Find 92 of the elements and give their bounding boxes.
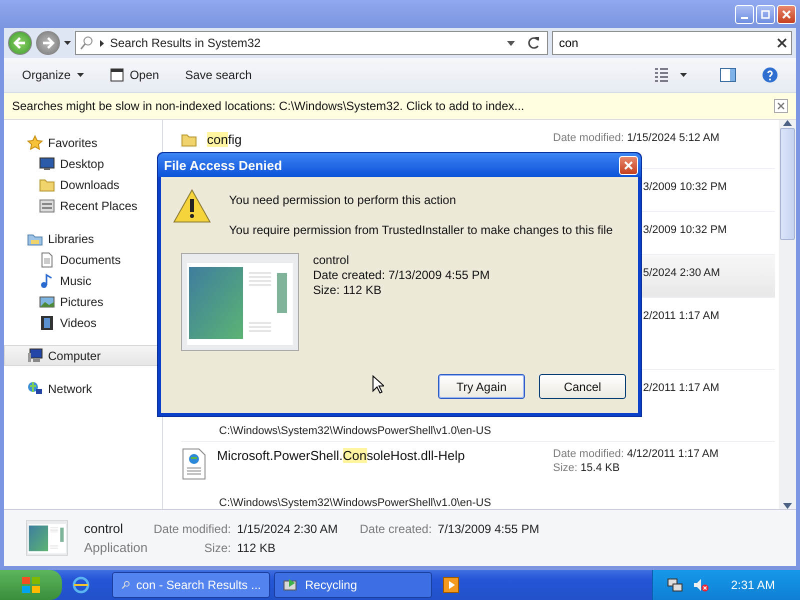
- play-icon: [443, 577, 459, 593]
- music-note-icon: [39, 272, 55, 288]
- date-modified: 5/2024 2:30 AM: [643, 267, 720, 279]
- minimize-icon: [741, 16, 748, 18]
- file-size: Size: 15.4 KB: [553, 462, 621, 474]
- clock: 2:31 AM: [731, 578, 776, 592]
- info-bar-text: Searches might be slow in non-indexed locations: C:\Windows\System32. Click to add to index...: [12, 99, 524, 113]
- windows-logo-icon: [21, 576, 41, 594]
- application-thumbnail-icon: [181, 253, 299, 351]
- web-document-icon: [181, 448, 207, 480]
- dialog-button[interactable]: Try Again: [438, 374, 525, 399]
- muted-speaker-icon[interactable]: [693, 577, 709, 593]
- application-thumbnail-icon: [26, 520, 68, 556]
- info-bar[interactable]: Searches might be slow in non-indexed locations: C:\Windows\System32. Click to add to index...: [4, 93, 796, 120]
- maximize-button[interactable]: [756, 4, 775, 24]
- close-icon[interactable]: [774, 99, 788, 113]
- folder-icon: [181, 132, 197, 148]
- date-modified: 2/2011 1:17 AM: [643, 382, 720, 394]
- detail-value: 7/13/2009 4:55 PM: [438, 522, 540, 536]
- chevron-icon: [100, 40, 104, 46]
- maximize-icon: [761, 10, 770, 18]
- computer-icon: [27, 348, 43, 364]
- address-text: Search Results in System32: [110, 36, 262, 50]
- mouse-cursor-icon: [372, 375, 384, 394]
- dialog-button[interactable]: Cancel: [539, 374, 626, 399]
- detail-label: Date modified:: [154, 522, 231, 536]
- detail-label: Size:: [203, 540, 231, 554]
- forward-arrow-icon: [41, 36, 55, 50]
- file-path: C:\Windows\System32\WindowsPowerShell\v1.0\en-US: [219, 497, 492, 509]
- warning-icon: [173, 189, 211, 223]
- picture-icon: [39, 294, 55, 310]
- minimize-button[interactable]: [735, 4, 754, 24]
- close-button[interactable]: [619, 156, 638, 174]
- file-name: Microsoft.PowerShell.ConsoleHost.dll-Help: [217, 448, 465, 465]
- monitor-icon: [39, 156, 55, 172]
- file-type: Application: [84, 540, 148, 555]
- film-icon: [39, 314, 55, 330]
- date-modified: 3/2009 10:32 PM: [643, 181, 727, 193]
- folder-icon: [39, 176, 55, 192]
- date-modified: 3/2009 10:32 PM: [643, 224, 727, 236]
- caret-icon[interactable]: [507, 40, 515, 46]
- help-icon[interactable]: [762, 67, 778, 83]
- file-name: config: [207, 132, 242, 148]
- close-button[interactable]: [777, 4, 796, 24]
- globe-icon: [72, 576, 90, 594]
- start-button[interactable]: [0, 570, 62, 600]
- detail-label: Date created:: [360, 522, 432, 536]
- file-path: C:\Windows\System32\WindowsPowerShell\v1.0\en-US: [219, 425, 492, 437]
- close-icon: [782, 10, 791, 18]
- star-icon: [27, 134, 43, 150]
- address-bar[interactable]: Search Results in System32: [75, 31, 548, 55]
- document-icon: [39, 252, 55, 268]
- network-icon[interactable]: [667, 577, 683, 593]
- date-modified: Date modified: 1/15/2024 5:12 AM: [553, 132, 720, 144]
- clear-icon[interactable]: [777, 38, 787, 48]
- sidebar-item[interactable]: Network: [4, 378, 162, 399]
- detail-value: 112 KB: [236, 540, 276, 554]
- file-name: control: [313, 253, 350, 267]
- caret-icon: [76, 73, 84, 77]
- caret-icon[interactable]: [64, 40, 71, 46]
- sidebar-item[interactable]: Recent Places: [4, 195, 162, 216]
- scrollbar[interactable]: [779, 120, 796, 509]
- toolbar-button[interactable]: Open: [110, 68, 160, 82]
- sidebar-item[interactable]: Pictures: [4, 291, 162, 312]
- date-modified: 2/2011 1:17 AM: [643, 310, 720, 322]
- sidebar-item[interactable]: Favorites: [4, 132, 162, 153]
- dialog-message: You require permission from TrustedInstaller to make changes to this file: [229, 223, 613, 237]
- toolbar-button[interactable]: Organize: [22, 68, 84, 82]
- close-icon: [624, 160, 633, 170]
- network-icon: [27, 380, 43, 396]
- preview-pane-icon[interactable]: [720, 68, 736, 82]
- sidebar-item[interactable]: Videos: [4, 312, 162, 333]
- sidebar-item[interactable]: Documents: [4, 249, 162, 270]
- file-name: control: [84, 521, 124, 536]
- taskbar-button[interactable]: con - Search Results ...: [112, 572, 270, 598]
- search-icon: [80, 36, 94, 50]
- date-modified: Date modified: 4/12/2011 1:17 AM: [553, 448, 720, 460]
- file-size: Size: 112 KB: [313, 283, 382, 297]
- sidebar-item[interactable]: Downloads: [4, 174, 162, 195]
- toolbar-button[interactable]: Save search: [185, 68, 252, 82]
- back-button[interactable]: [8, 31, 32, 55]
- recent-places-icon: [39, 198, 55, 214]
- sidebar-item[interactable]: Music: [4, 270, 162, 291]
- back-arrow-icon: [13, 36, 27, 50]
- detail-value: 1/15/2024 2:30 AM: [236, 522, 338, 536]
- application-icon: [110, 68, 124, 82]
- sidebar-item[interactable]: Libraries: [4, 228, 162, 249]
- search-field[interactable]: con: [552, 31, 792, 55]
- file-created: Date created: 7/13/2009 4:55 PM: [313, 268, 490, 282]
- dialog-heading: You need permission to perform this action: [229, 193, 456, 207]
- sidebar-item[interactable]: Desktop: [4, 153, 162, 174]
- taskbar-button[interactable]: Recycling: [274, 572, 432, 598]
